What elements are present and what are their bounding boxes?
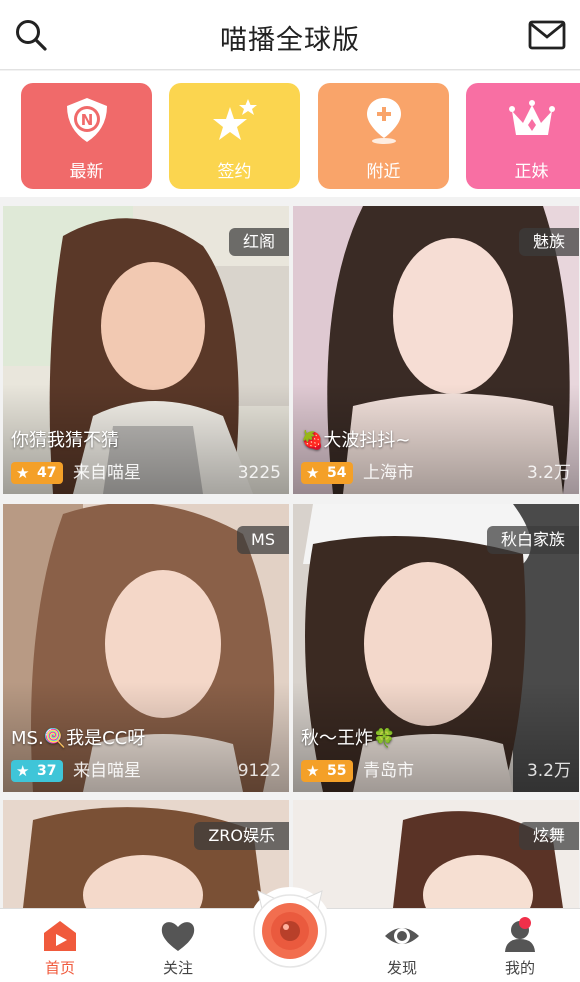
family-tag: 红阁 [228,228,289,256]
notification-dot [519,917,531,929]
stream-info: ★ 47 来自喵星 3225 [11,462,281,484]
category-latest[interactable]: N 最新 [21,83,152,189]
category-nearby[interactable]: 附近 [318,83,449,189]
level-value: 47 [37,465,57,481]
live-card[interactable]: MS MS.🍭我是CC呀 ★ 37 来自喵星 9122 [3,504,289,792]
svg-text:N: N [81,111,94,129]
family-tag: 魅族 [518,228,579,256]
level-value: 37 [37,763,57,779]
live-card[interactable]: ZRO娱乐 [3,800,289,908]
tab-me[interactable]: 我的 [475,909,565,982]
live-card[interactable]: 红阁 你猜我猜不猜 ★ 47 来自喵星 3225 [3,206,289,494]
live-card[interactable]: 炫舞 [293,800,579,908]
go-live-button[interactable] [248,887,332,971]
level-badge: ★ 47 [11,462,63,484]
tab-discover[interactable]: 发现 [357,909,447,982]
family-tag: 炫舞 [518,822,579,850]
viewer-count: 3.2万 [526,463,571,483]
category-label: 最新 [69,162,104,182]
tab-label: 首页 [44,959,75,977]
streamer-photo [293,800,579,908]
stars-icon [213,99,257,140]
location-text: 青岛市 [363,761,414,781]
tab-label: 发现 [386,959,417,977]
category-label: 附近 [366,162,401,182]
viewer-count: 3.2万 [526,761,571,781]
viewer-count: 3225 [237,463,281,483]
live-card[interactable]: 秋白家族 秋～王炸🍀 ★ 55 青岛市 3.2万 [293,504,579,792]
streamer-photo [3,800,289,908]
category-signed[interactable]: 签约 [169,83,300,189]
level-value: 55 [327,763,347,779]
stream-caption: 你猜我猜不猜 [11,430,119,451]
viewer-count: 9122 [237,761,281,781]
live-card[interactable]: 魅族 🍓大波抖抖~ ★ 54 上海市 3.2万 [293,206,579,494]
stream-caption: 秋～王炸🍀 [301,728,396,749]
location-text: 来自喵星 [73,463,141,483]
star-icon: ★ [16,762,30,780]
tab-follow[interactable]: 关注 [133,909,223,982]
category-label: 正妹 [514,162,549,182]
home-play-icon [44,921,76,951]
level-value: 54 [327,465,347,481]
star-icon: ★ [306,464,320,482]
location-pin-icon [367,98,401,144]
star-icon: ★ [306,762,320,780]
category-strip: N 最新 签约 附近 正妹 [0,71,580,197]
category-label: 签约 [217,162,252,182]
level-badge: ★ 55 [301,760,353,782]
tab-label: 关注 [162,959,193,977]
location-text: 上海市 [363,463,414,483]
shield-n-icon: N [67,98,107,142]
family-tag: MS [237,526,289,554]
tab-home[interactable]: 首页 [15,909,105,982]
tab-label: 我的 [504,959,535,977]
stream-caption: 🍓大波抖抖~ [301,430,411,451]
family-tag: 秋白家族 [486,526,579,554]
location-text: 来自喵星 [73,761,141,781]
heart-icon [161,922,195,951]
stream-info: ★ 54 上海市 3.2万 [301,462,571,484]
stream-info: ★ 55 青岛市 3.2万 [301,760,571,782]
top-bar: 喵播全球版 [0,0,580,70]
family-tag: ZRO娱乐 [194,822,289,850]
mail-icon[interactable] [528,18,566,52]
stream-info: ★ 37 来自喵星 9122 [11,760,281,782]
stream-caption: MS.🍭我是CC呀 [11,728,146,749]
category-beauty[interactable]: 正妹 [466,83,580,189]
camera-lens-icon [253,890,327,968]
bottom-tab-bar: 首页 关注 发现 我的 [0,887,580,982]
star-icon: ★ [16,464,30,482]
crown-icon [509,100,555,135]
level-badge: ★ 54 [301,462,353,484]
eye-icon [385,928,419,944]
level-badge: ★ 37 [11,760,63,782]
app-title: 喵播全球版 [220,25,360,56]
